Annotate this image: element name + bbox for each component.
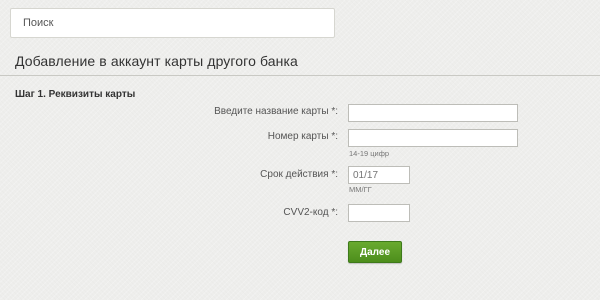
search-input[interactable] xyxy=(10,8,335,38)
expiry-label: Срок действия *: xyxy=(260,169,338,180)
title-divider xyxy=(0,75,600,76)
card-name-label: Введите название карты *: xyxy=(214,106,338,117)
card-number-input[interactable] xyxy=(348,129,518,147)
expiry-input[interactable] xyxy=(348,166,410,184)
next-button[interactable]: Далее xyxy=(348,241,402,263)
cvv-label: CVV2-код *: xyxy=(283,207,338,218)
cvv-input[interactable] xyxy=(348,204,410,222)
expiry-hint: ММ/ГГ xyxy=(349,185,372,194)
page-title: Добавление в аккаунт карты другого банка xyxy=(15,53,298,69)
step-title: Шаг 1. Реквизиты карты xyxy=(15,89,136,100)
card-number-hint: 14-19 цифр xyxy=(349,149,390,158)
card-number-label: Номер карты *: xyxy=(267,131,338,142)
card-name-input[interactable] xyxy=(348,104,518,122)
